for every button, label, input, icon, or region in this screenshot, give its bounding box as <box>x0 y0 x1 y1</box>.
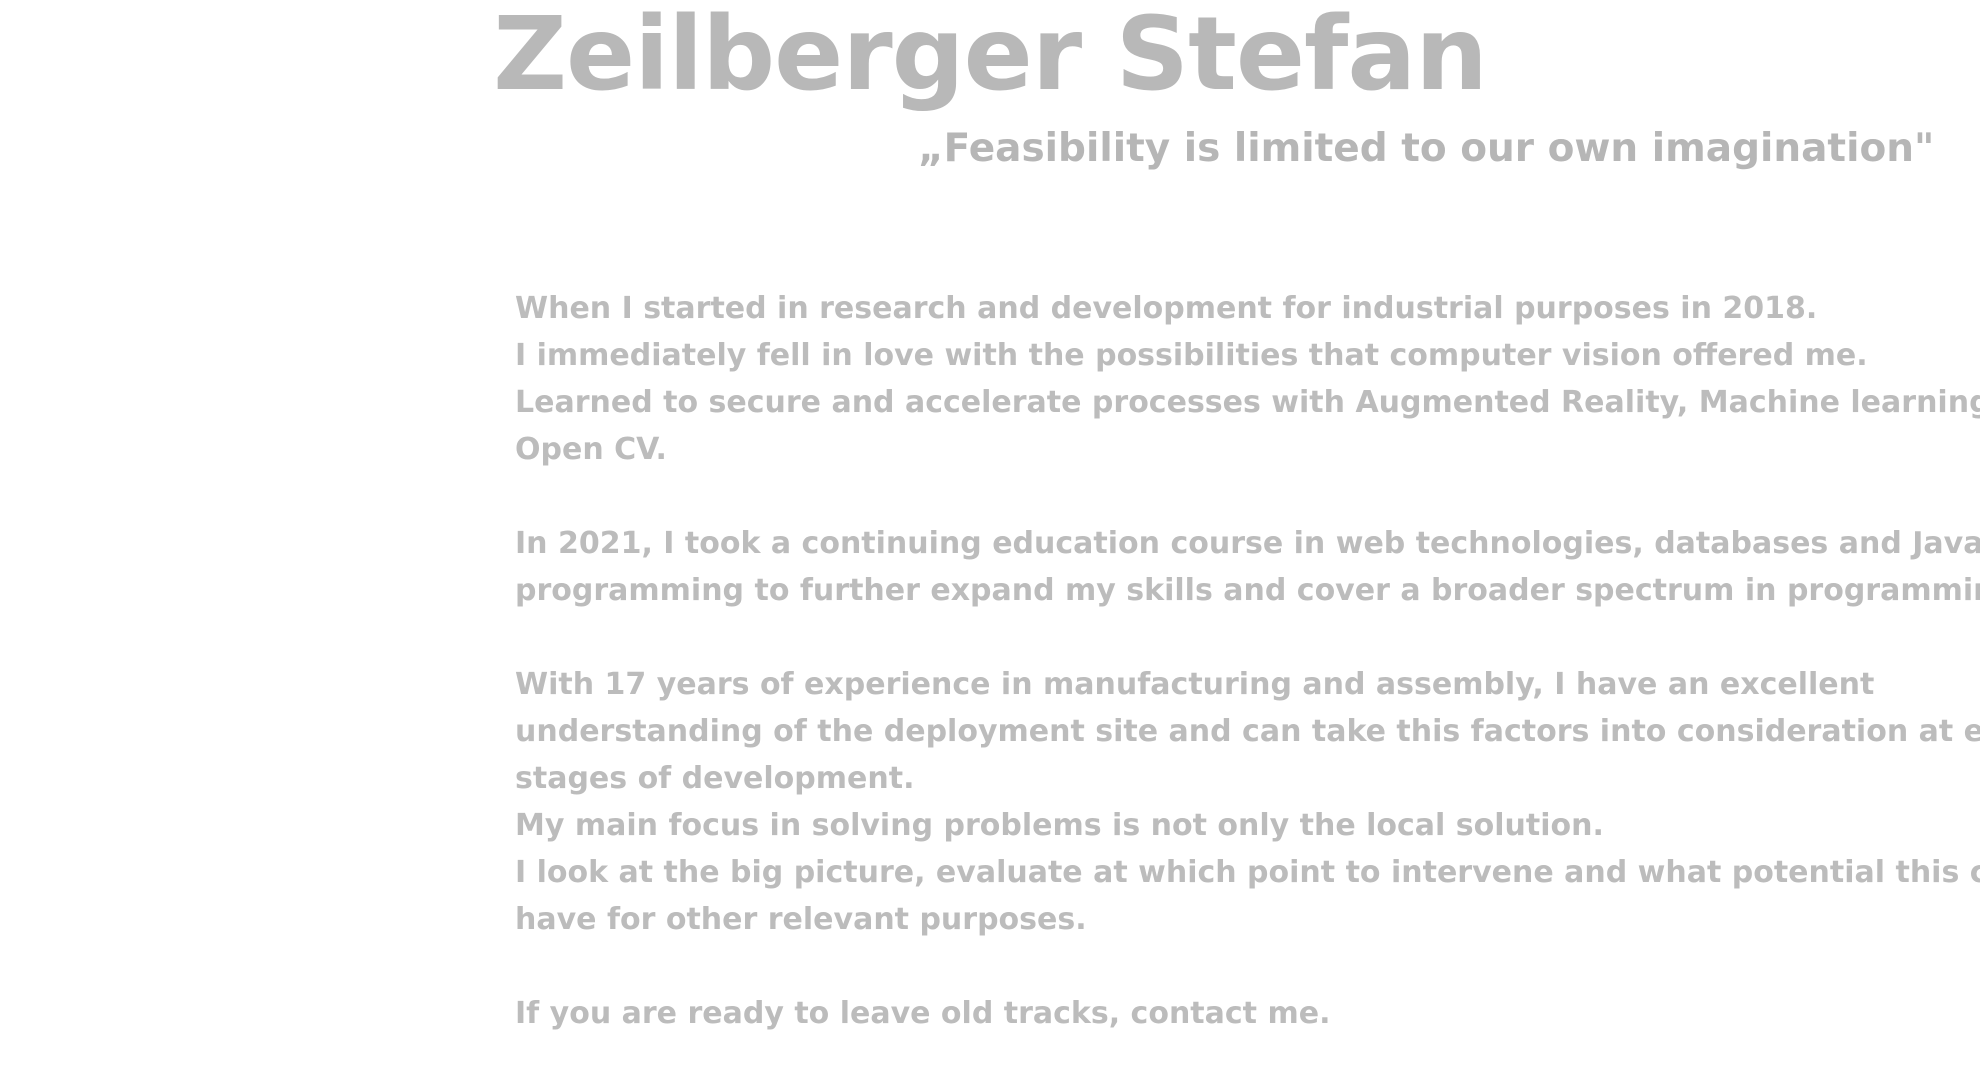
bio-line: Learned to secure and accelerate process… <box>515 385 1980 420</box>
bio-line: In 2021, I took a continuing education c… <box>515 526 1980 561</box>
bio-paragraph-experience: With 17 years of experience in manufactu… <box>515 661 1980 943</box>
bio-paragraph-research: When I started in research and developme… <box>515 285 1980 473</box>
bio-section: When I started in research and developme… <box>515 285 1980 1037</box>
bio-line: I look at the big picture, evaluate at w… <box>515 855 1980 890</box>
bio-paragraph-education: In 2021, I took a continuing education c… <box>515 520 1980 614</box>
bio-line: With 17 years of experience in manufactu… <box>515 667 1875 702</box>
bio-line-contact: If you are ready to leave old tracks, co… <box>515 996 1331 1031</box>
bio-line: My main focus in solving problems is not… <box>515 808 1604 843</box>
bio-line: When I started in research and developme… <box>515 291 1818 326</box>
bio-line: stages of development. <box>515 761 915 796</box>
bio-line: Open CV. <box>515 432 667 467</box>
bio-line: have for other relevant purposes. <box>515 902 1087 937</box>
bio-line: programming to further expand my skills … <box>515 573 1980 608</box>
bio-line: I immediately fell in love with the poss… <box>515 338 1868 373</box>
motto-quote: „Feasibility is limited to our own imagi… <box>918 126 1935 171</box>
bio-paragraph-contact: If you are ready to leave old tracks, co… <box>515 990 1975 1037</box>
page-title: Zeilberger Stefan <box>493 0 1488 114</box>
bio-line: understanding of the deployment site and… <box>515 714 1980 749</box>
